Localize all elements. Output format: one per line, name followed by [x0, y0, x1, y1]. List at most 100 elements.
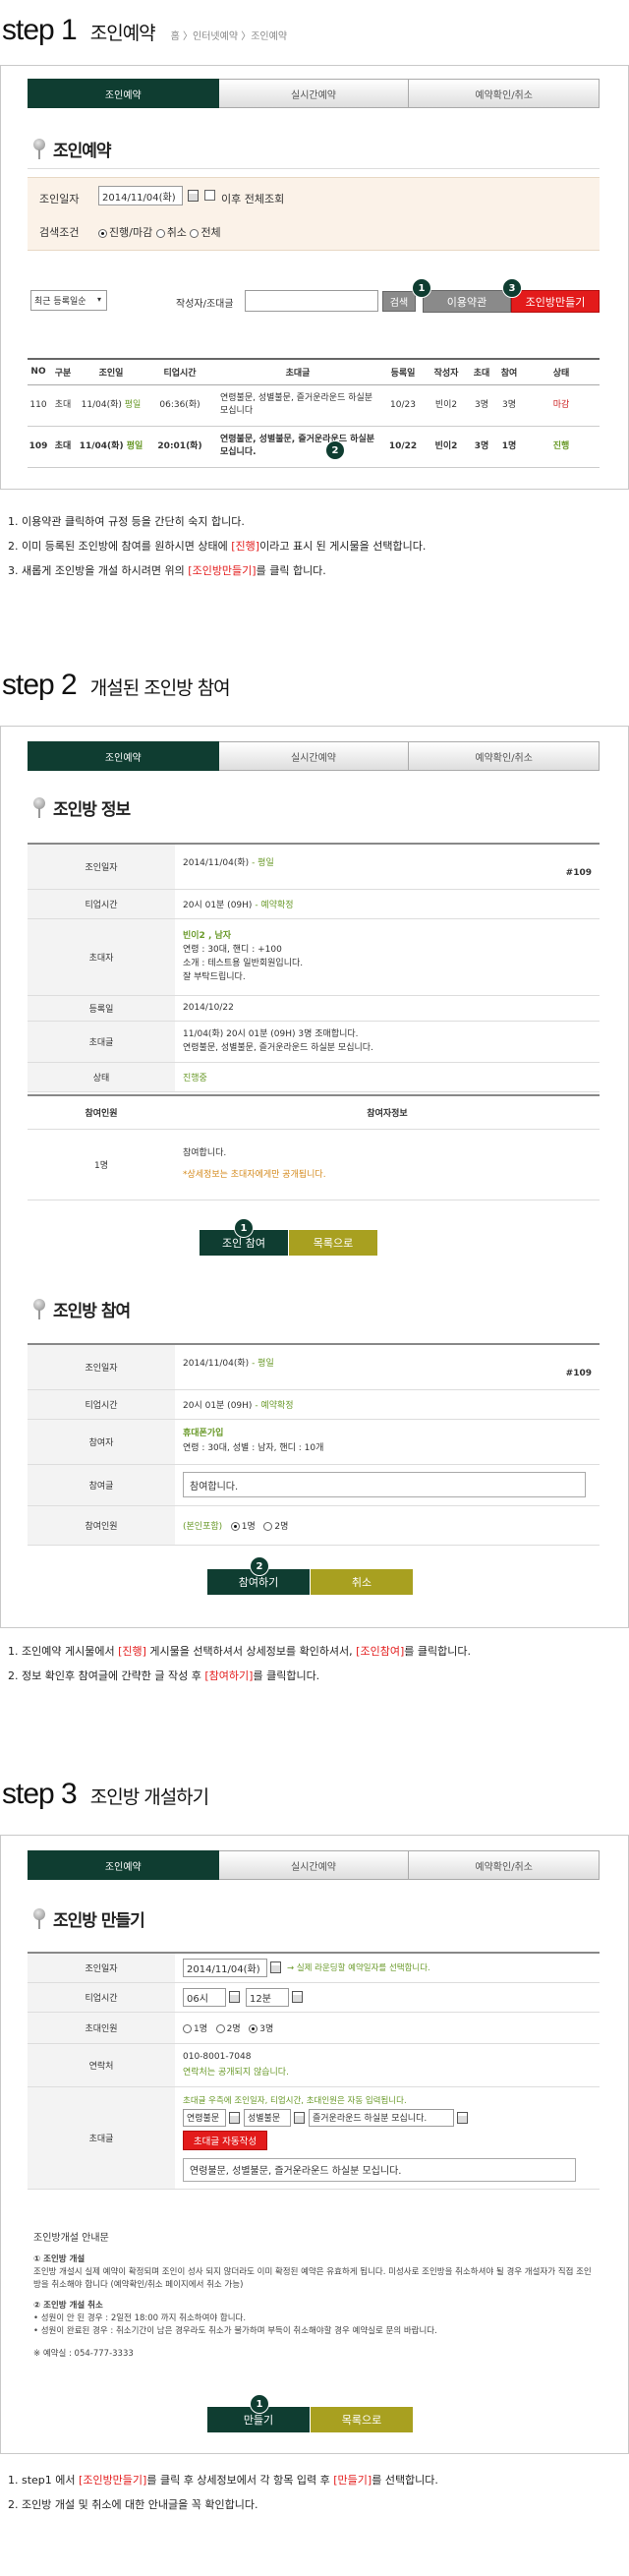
step3-frame: 조인예약 실시간예약 예약확인/취소 조인방 만들기 조인일자 2014/11/… — [0, 1835, 629, 2454]
row-text[interactable]: 연령불문, 성별불문, 즐거운라운드 하실분 모십니다 — [214, 384, 381, 427]
tab-bar: 조인예약 실시간예약 예약확인/취소 — [28, 79, 600, 108]
tab-reservation-check[interactable]: 예약확인/취소 — [409, 79, 600, 108]
step2-label: step 2 — [2, 669, 78, 701]
step3-title: 조인방 개설하기 — [89, 1786, 209, 1808]
breadcrumb: 홈 〉인터넷예약 〉조인예약 — [170, 31, 288, 42]
age-select[interactable]: 연령불문 — [183, 2108, 226, 2127]
step1-label: step 1 — [2, 14, 78, 46]
step2-frame: 조인예약 실시간예약 예약확인/취소 조인방 정보 조인일자 2014/11/0… — [0, 726, 629, 1628]
search-input[interactable] — [245, 290, 378, 312]
pin-icon — [30, 1907, 48, 1930]
message-textarea[interactable]: 연령불문, 성별불문, 즐거운라운드 하실분 모십니다. — [183, 2157, 576, 2182]
col-invite: 초대 — [468, 358, 495, 385]
date-input[interactable]: 2014/11/04(화) — [98, 186, 183, 205]
step1-title: 조인예약 — [89, 23, 156, 44]
sort-select[interactable]: 최근 등록일순 — [30, 290, 107, 311]
radio-one[interactable] — [183, 2023, 192, 2033]
cancel-button[interactable]: 취소 — [311, 1569, 413, 1595]
tab-bar: 조인예약 실시간예약 예약확인/취소 — [28, 741, 600, 771]
room-info-table: 조인일자 2014/11/04(화) - 평일 #109 티업시간 20시 01분… — [28, 843, 600, 1092]
gender-select[interactable]: 성별불문 — [244, 2108, 291, 2127]
step3-heading: step 3 조인방 개설하기 — [2, 1778, 209, 1811]
tab-realtime-reservation[interactable]: 실시간예약 — [218, 741, 410, 771]
after-label: 이후 전체조회 — [221, 193, 285, 205]
make-room-form: 조인일자 2014/11/04(화) → 실제 라운딩할 예약일자를 선택합니다.… — [28, 1952, 600, 2190]
phrase-select[interactable]: 즐거운라운드 하실분 모십니다. — [309, 2108, 454, 2127]
col-text: 초대글 — [214, 358, 381, 385]
tab-reservation-check[interactable]: 예약확인/취소 — [409, 1850, 600, 1880]
date-label: 조인일자 — [39, 193, 80, 205]
search-button[interactable]: 검색 — [382, 291, 416, 312]
step3-label: step 3 — [2, 1778, 78, 1810]
cond-label: 검색조건 — [39, 226, 80, 239]
table-row[interactable]: 110 초대 11/04(화) 평일 06:36(화) 연령불문, 성별불문, … — [28, 384, 600, 427]
col-date: 조인일 — [77, 358, 145, 385]
col-join: 참여 — [495, 358, 523, 385]
hour-select[interactable]: 06시 — [183, 1987, 226, 2007]
tab-reservation-check[interactable]: 예약확인/취소 — [409, 741, 600, 771]
author-label: 작성자/조대글 — [176, 299, 234, 310]
chevron-down-icon[interactable] — [229, 1991, 240, 2003]
join-form-table: 조인일자 2014/11/04(화) - 평일 #109 티업시간 20시 01분… — [28, 1343, 600, 1546]
col-time: 티업시간 — [145, 358, 214, 385]
list-button[interactable]: 목록으로 — [289, 1230, 377, 1256]
step-badge-2: 2 — [250, 1556, 269, 1576]
section-title: 조인방 참여 — [30, 1297, 131, 1321]
calendar-icon[interactable] — [188, 190, 199, 202]
row-text[interactable]: 연령불문, 성별불문, 즐거운라운드 하실분 모십니다. — [214, 426, 381, 468]
col-author: 작성자 — [425, 358, 468, 385]
minute-select[interactable]: 12분 — [246, 1987, 289, 2007]
status-badge: 진행중 — [175, 1062, 600, 1092]
tab-realtime-reservation[interactable]: 실시간예약 — [218, 1850, 410, 1880]
chevron-down-icon[interactable] — [292, 1991, 303, 2003]
divider — [28, 168, 600, 169]
radio-three[interactable] — [249, 2023, 258, 2033]
radio-progress[interactable] — [98, 228, 107, 238]
col-reg: 등록일 — [381, 358, 425, 385]
cond-options: 진행/마감 취소 전체 — [98, 224, 221, 240]
after-checkbox[interactable] — [204, 190, 215, 201]
status-badge: 진행 — [523, 426, 600, 468]
step1-notes: 1. 이용약관 클릭하여 규정 등을 간단히 숙지 합니다. 2. 이미 등록된… — [8, 515, 427, 577]
auto-write-button[interactable]: 초대글 자동작성 — [183, 2130, 267, 2150]
list-button[interactable]: 목록으로 — [311, 2407, 413, 2432]
step3-notes: 1. step1 에서 [조인방만들기]를 클릭 후 상세정보에서 각 항목 입… — [8, 2474, 438, 2511]
chevron-down-icon[interactable] — [229, 2111, 240, 2124]
pin-icon — [30, 138, 48, 160]
message-textarea[interactable]: 참여합니다. — [183, 1472, 586, 1497]
chevron-down-icon[interactable] — [294, 2111, 305, 2124]
pin-icon — [30, 796, 48, 819]
step2-title: 개설된 조인방 참여 — [89, 677, 231, 699]
section-title: 조인예약 — [30, 137, 112, 161]
table-row[interactable]: 109 초대 11/04(화) 평일 20:01(화) 연령불문, 성별불문, … — [28, 426, 600, 468]
calendar-icon[interactable] — [270, 1961, 281, 1974]
make-room-button[interactable]: 조인방만들기 — [511, 290, 600, 313]
join-list-table: NO 구분 조인일 티업시간 초대글 등록일 작성자 초대 참여 상태 110 … — [28, 358, 600, 468]
tab-bar: 조인예약 실시간예약 예약확인/취소 — [28, 1850, 600, 1880]
col-no: NO — [28, 358, 49, 385]
tab-join-reservation[interactable]: 조인예약 — [28, 741, 219, 771]
tab-realtime-reservation[interactable]: 실시간예약 — [218, 79, 410, 108]
radio-two[interactable] — [215, 2023, 225, 2033]
status-badge: 마감 — [523, 384, 600, 427]
radio-all[interactable] — [190, 228, 200, 238]
date-input[interactable]: 2014/11/04(화) — [183, 1958, 267, 1977]
search-panel: 조인일자 2014/11/04(화) 이후 전체조회 검색조건 진행/마감 취소… — [28, 177, 600, 251]
step-badge-1: 1 — [234, 1218, 254, 1238]
col-status: 상태 — [523, 358, 600, 385]
section-title: 조인방 만들기 — [30, 1906, 145, 1931]
participants-table: 참여인원 참여자정보 1명 참여합니다. *상세정보는 초대자에게만 공개됩니다. — [28, 1094, 600, 1200]
tab-join-reservation[interactable]: 조인예약 — [28, 1850, 219, 1880]
tab-join-reservation[interactable]: 조인예약 — [28, 79, 219, 108]
chevron-down-icon[interactable] — [457, 2111, 468, 2124]
radio-one[interactable] — [230, 1521, 240, 1531]
step-badge-1: 1 — [250, 2394, 269, 2414]
step1-frame: 조인예약 실시간예약 예약확인/취소 조인예약 조인일자 2014/11/04(… — [0, 65, 629, 490]
guide-box: 조인방개설 안내문 ① 조인방 개설 조인방 개설시 실제 예약이 확정되며 조… — [33, 2233, 592, 2359]
step-badge-2: 2 — [325, 440, 345, 460]
radio-two[interactable] — [263, 1521, 273, 1531]
radio-cancel[interactable] — [155, 228, 165, 238]
terms-button[interactable]: 이용약관 — [423, 290, 511, 313]
step-badge-3: 3 — [502, 278, 522, 298]
step2-notes: 1. 조인예약 게시물에서 [진행] 게시물을 선택하셔서 상세정보를 확인하셔… — [8, 1645, 471, 1682]
